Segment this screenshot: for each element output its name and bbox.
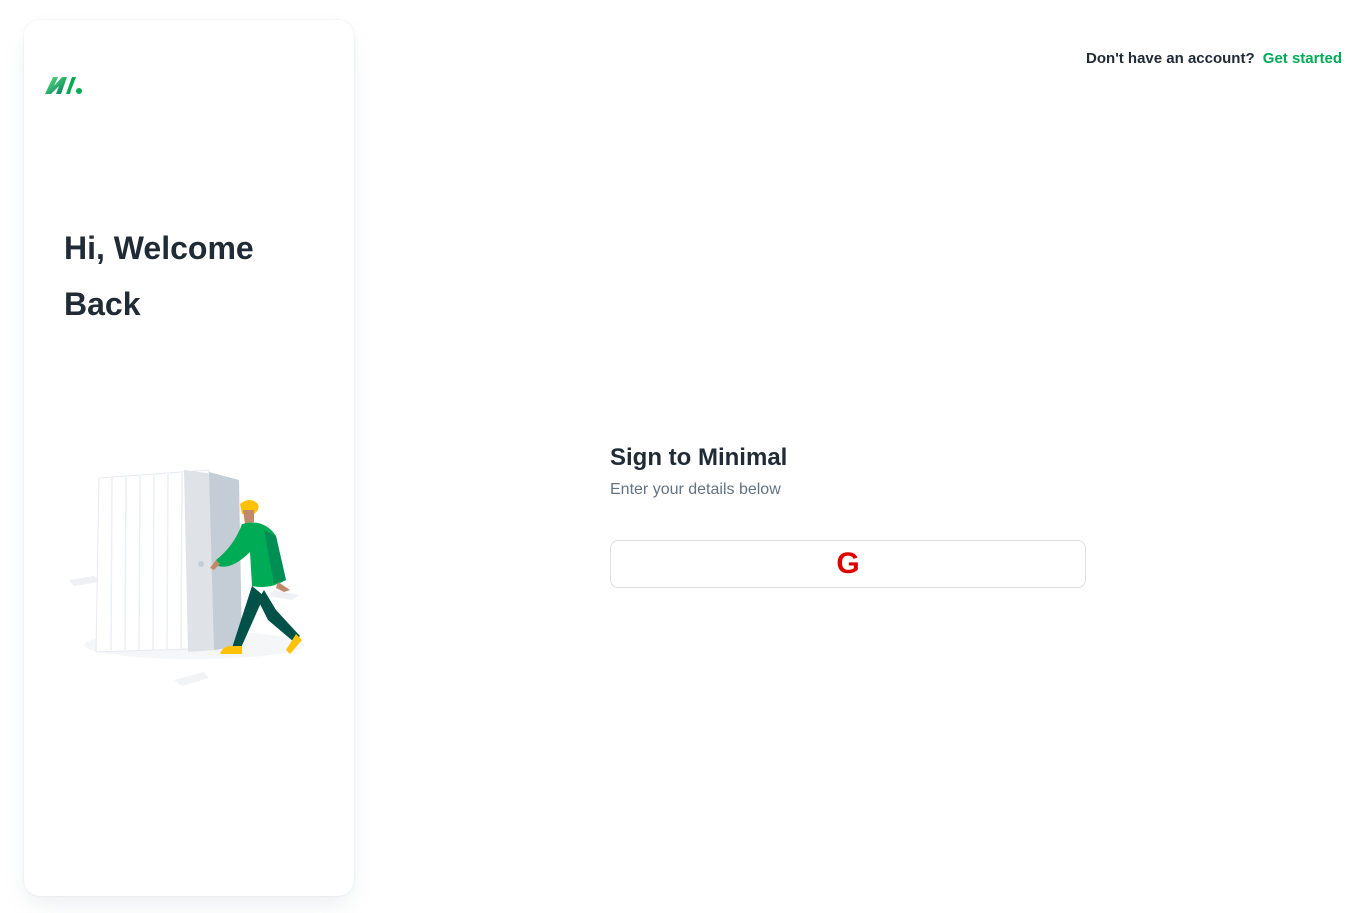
minimal-logo-icon[interactable] bbox=[44, 74, 84, 96]
google-icon: G bbox=[836, 547, 860, 580]
person-walking-through-door-illustration bbox=[69, 469, 304, 686]
signup-prompt: Don't have an account? Get started bbox=[1086, 50, 1342, 67]
page-subtitle: Enter your details below bbox=[610, 481, 781, 498]
google-signin-button[interactable]: G bbox=[610, 540, 1086, 588]
signup-prompt-text: Don't have an account? bbox=[1086, 50, 1255, 67]
page-title: Sign to Minimal bbox=[610, 444, 788, 471]
welcome-card: Hi, Welcome Back bbox=[24, 20, 354, 896]
login-page: Hi, Welcome Back Don't have an account? … bbox=[0, 0, 1366, 913]
signin-form: Sign to Minimal Enter your details below… bbox=[610, 440, 1086, 588]
get-started-link[interactable]: Get started bbox=[1263, 50, 1342, 67]
welcome-heading: Hi, Welcome Back bbox=[64, 230, 254, 322]
